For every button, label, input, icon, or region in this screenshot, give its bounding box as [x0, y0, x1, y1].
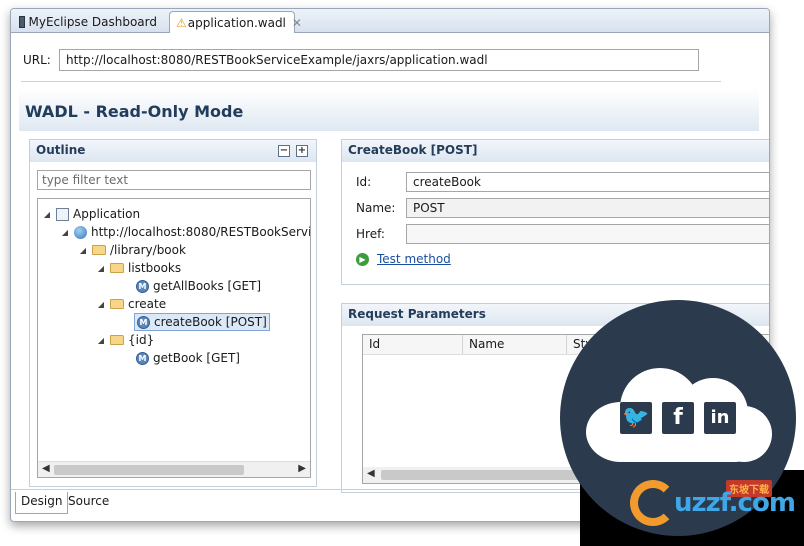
brand-text: uzzf.com	[674, 488, 796, 518]
test-method-link[interactable]: Test method	[377, 252, 451, 266]
tree-label: /library/book	[110, 243, 186, 257]
stage: MyEclipse Dashboard ⚠ application.wadl ✕…	[0, 0, 804, 546]
tree-label: createBook [POST]	[154, 315, 267, 329]
tree-node-listbooks[interactable]: ◢ listbooks	[96, 259, 181, 277]
tree-node-id[interactable]: ◢ {id}	[96, 331, 154, 349]
method-icon: M	[136, 351, 149, 365]
globe-icon	[74, 225, 87, 239]
expand-arrow-icon[interactable]: ◢	[42, 210, 52, 219]
test-method-row[interactable]: ▶ Test method	[356, 252, 451, 266]
play-icon[interactable]: ▶	[356, 252, 369, 266]
tree-node-getallbooks[interactable]: M getAllBooks [GET]	[136, 277, 261, 295]
filter-input[interactable]: type filter text	[37, 170, 311, 190]
outline-header: Outline − +	[30, 140, 316, 162]
name-field[interactable]: POST	[406, 198, 769, 218]
tree-label: listbooks	[128, 261, 182, 275]
tree-label: create	[128, 297, 167, 311]
tree-node-resource-root[interactable]: ◢ http://localhost:8080/RESTBookServiceE…	[60, 223, 310, 241]
tab-label: MyEclipse Dashboard	[28, 15, 157, 29]
column-header-name[interactable]: Name	[463, 335, 567, 354]
horizontal-scrollbar[interactable]: ◀ ▶	[38, 461, 310, 477]
tree-node-createbook[interactable]: M createBook [POST]	[134, 313, 270, 331]
folder-icon	[92, 245, 106, 255]
folder-icon	[110, 263, 124, 273]
method-icon: M	[137, 315, 150, 329]
uzzf-logo: 东坡下载 uzzf.com	[630, 480, 800, 530]
collapse-all-icon[interactable]: −	[278, 145, 290, 157]
application-icon	[56, 207, 69, 221]
tree-label: {id}	[128, 333, 155, 347]
url-row: URL: http://localhost:8080/RESTBookServi…	[23, 49, 699, 71]
folder-icon	[110, 335, 124, 345]
close-icon[interactable]: ✕	[292, 16, 302, 30]
expand-arrow-icon[interactable]: ◢	[96, 336, 106, 345]
facebook-icon: f	[662, 402, 694, 434]
tab-application-wadl[interactable]: ⚠ application.wadl ✕	[169, 11, 302, 33]
column-header-id[interactable]: Id	[363, 335, 463, 354]
tab-myeclipse-dashboard[interactable]: MyEclipse Dashboard	[13, 11, 163, 33]
dashboard-icon	[19, 16, 25, 28]
id-field[interactable]: createBook	[406, 172, 769, 192]
folder-icon	[110, 299, 124, 309]
expand-arrow-icon[interactable]: ◢	[78, 246, 88, 255]
tab-source[interactable]: Source	[63, 492, 114, 514]
page-title: WADL - Read-Only Mode	[25, 102, 244, 121]
tree-label: http://localhost:8080/RESTBookServiceEx	[91, 225, 310, 239]
linkedin-icon: in	[704, 402, 736, 434]
uzzf-d-mark	[630, 480, 676, 526]
tree-node-library-book[interactable]: ◢ /library/book	[78, 241, 186, 259]
url-field[interactable]: http://localhost:8080/RESTBookServiceExa…	[59, 49, 699, 71]
twitter-icon: 🐦	[620, 402, 652, 434]
tree-label: Application	[73, 207, 141, 221]
url-label: URL:	[23, 53, 51, 67]
tree-label: getBook [GET]	[153, 351, 240, 365]
detail-header: CreateBook [POST]	[342, 140, 769, 162]
tree-label: getAllBooks [GET]	[153, 279, 262, 293]
divider	[21, 81, 721, 82]
href-field[interactable]	[406, 224, 769, 244]
outline-title: Outline	[36, 143, 86, 157]
href-label: Href:	[356, 227, 385, 241]
name-label: Name:	[356, 201, 396, 215]
tab-label: application.wadl	[187, 15, 286, 30]
tree-node-create[interactable]: ◢ create	[96, 295, 166, 313]
scroll-left-icon[interactable]: ◀	[367, 468, 375, 479]
scrollbar-thumb[interactable]	[54, 465, 244, 475]
tab-design[interactable]: Design	[15, 492, 69, 514]
outline-panel: Outline − + type filter text ◢ Applicati…	[29, 139, 317, 487]
method-detail-panel: CreateBook [POST] Id: createBook Name: P…	[341, 139, 769, 285]
tree-node-getbook[interactable]: M getBook [GET]	[136, 349, 240, 367]
scroll-left-icon[interactable]: ◀	[42, 463, 50, 474]
warning-icon: ⚠	[176, 15, 187, 30]
tree-node-application[interactable]: ◢ Application	[42, 205, 140, 223]
expand-arrow-icon[interactable]: ◢	[60, 228, 70, 237]
editor-tab-bar: MyEclipse Dashboard ⚠ application.wadl ✕	[11, 9, 769, 33]
expand-arrow-icon[interactable]: ◢	[96, 300, 106, 309]
outline-tree: ◢ Application ◢ http://localhost:8080/RE…	[37, 198, 311, 478]
expand-arrow-icon[interactable]: ◢	[96, 264, 106, 273]
method-icon: M	[136, 279, 149, 293]
scroll-right-icon[interactable]: ▶	[298, 463, 306, 474]
expand-all-icon[interactable]: +	[296, 145, 308, 157]
id-label: Id:	[356, 175, 372, 189]
